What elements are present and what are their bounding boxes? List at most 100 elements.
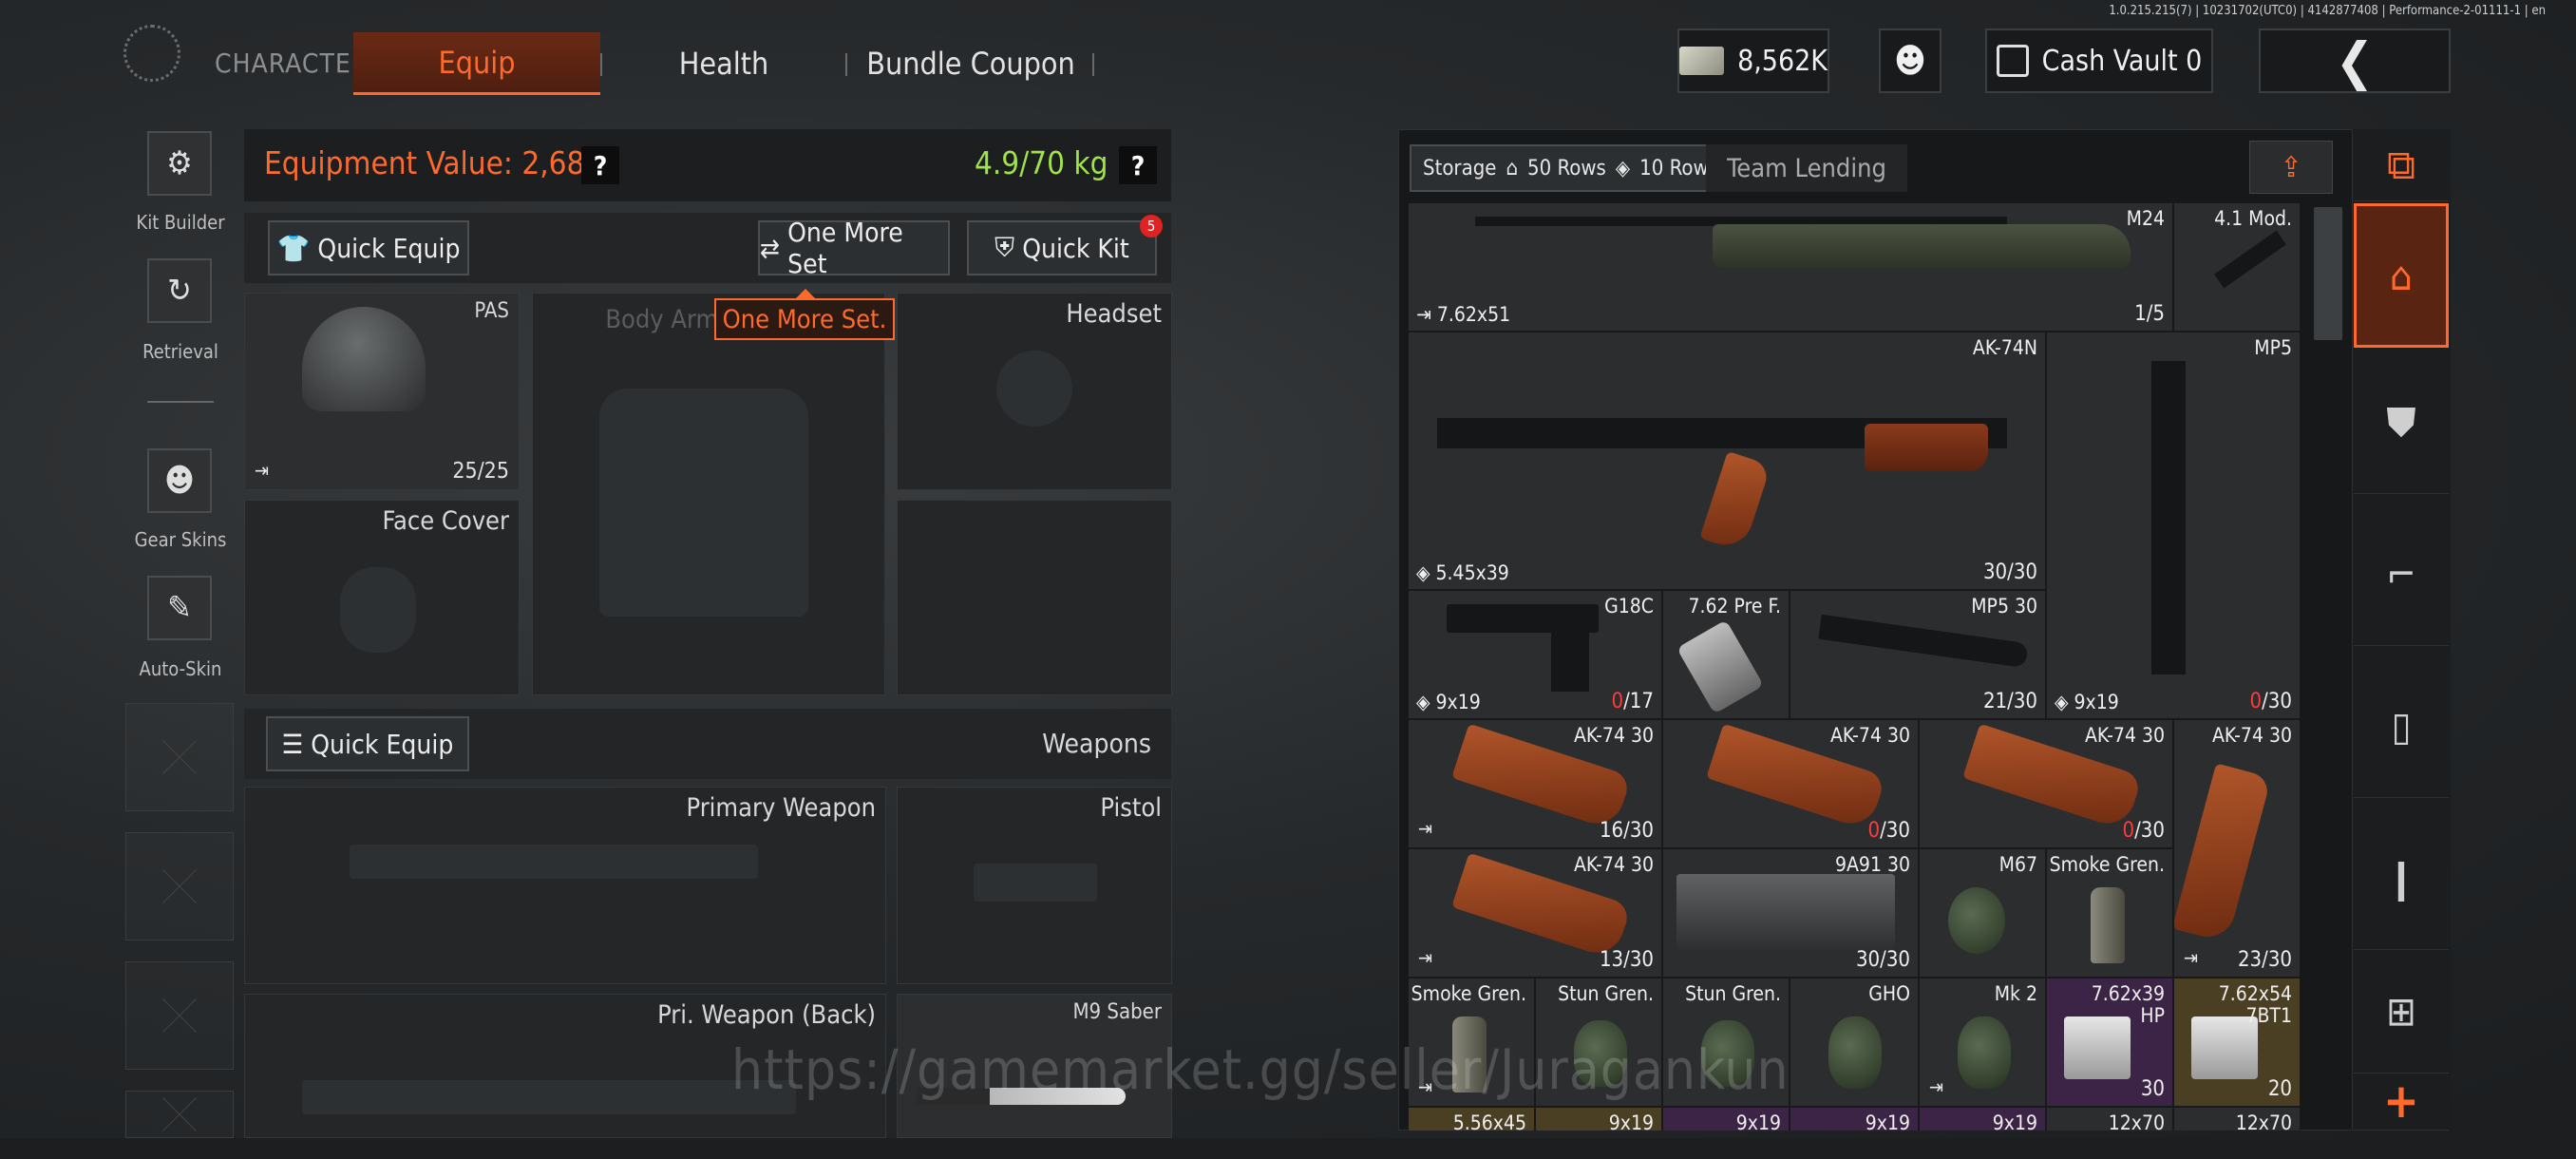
- inventory-toggle-button[interactable]: ⧉: [2354, 129, 2449, 201]
- kit-builder-icon: ⚙: [166, 144, 193, 182]
- team-lending-tab[interactable]: Team Lending: [1706, 144, 1907, 192]
- category-attachments[interactable]: ⊞: [2354, 950, 2449, 1074]
- body-armor-slot[interactable]: Body Armor: [532, 293, 885, 695]
- equipment-value-help-button[interactable]: ?: [581, 146, 619, 184]
- pistol-label: Pistol: [1100, 793, 1162, 823]
- unequip-icon[interactable]: ⇥: [255, 459, 269, 482]
- cash-balance[interactable]: 8,562K: [1677, 28, 1829, 93]
- item-g18c[interactable]: G18C ◈ 9x19 0/17: [1408, 590, 1662, 719]
- add-category-button[interactable]: +: [2354, 1072, 2449, 1130]
- item-ammo-7-62x54-7bt1[interactable]: 7.62x54 7BT1 20: [2173, 978, 2301, 1107]
- smoke-grenade-icon: [2091, 887, 2125, 963]
- headset-slot[interactable]: Headset: [897, 293, 1172, 490]
- attachment-icon: ⊞: [2386, 988, 2416, 1035]
- storage-tab[interactable]: Storage ⌂ 50 Rows ◈ 10 Rows: [1410, 144, 1732, 192]
- auto-skin-button[interactable]: ✎: [147, 576, 212, 640]
- profile-button[interactable]: ☻: [1879, 28, 1941, 93]
- bottom-bar: [0, 1138, 2576, 1159]
- item-smoke-grenade[interactable]: Smoke Gren.: [2046, 848, 2173, 978]
- item-ak-74n[interactable]: AK-74N ◈ 5.45x39 30/30: [1408, 332, 2046, 590]
- cash-vault-button[interactable]: Cash Vault 0: [1985, 28, 2213, 93]
- cash-icon: [1679, 47, 1725, 75]
- item-7-62-pre-f[interactable]: 7.62 Pre F.: [1662, 590, 1790, 719]
- item-name: Mk 2: [1994, 982, 2037, 1005]
- item-ak-74-30[interactable]: AK-74 30 ⇥ 23/30: [2173, 719, 2301, 978]
- empty-kit-slot[interactable]: [125, 1091, 234, 1138]
- item-count: 13/30: [1599, 948, 1654, 972]
- item-ammo[interactable]: 9x19: [1919, 1107, 2046, 1130]
- storage-scrollbar[interactable]: [2314, 207, 2342, 340]
- rifle-stock-icon: [1865, 424, 1988, 471]
- item-name: Stun Gren.: [1558, 982, 1654, 1005]
- headset-label: Headset: [1066, 299, 1162, 329]
- muzzle-brake-icon: [1676, 619, 1764, 714]
- weapons-quick-equip-button[interactable]: ☰ Quick Equip: [266, 716, 469, 771]
- item-ammo[interactable]: 9x19: [1535, 1107, 1662, 1130]
- item-ak-74-30[interactable]: AK-74 30 ⇥ 13/30: [1408, 848, 1662, 978]
- item-name: MP5: [2254, 336, 2292, 359]
- gear-skins-label: Gear Skins: [134, 528, 227, 551]
- home-icon: ⌂: [2390, 252, 2413, 299]
- item-count: 20: [2267, 1077, 2292, 1101]
- category-all[interactable]: ⌂: [2354, 203, 2449, 348]
- empty-kit-slot[interactable]: [125, 832, 234, 940]
- one-more-set-button[interactable]: ⇄ One More Set: [758, 217, 950, 279]
- kit-builder-button[interactable]: ⚙: [147, 131, 212, 196]
- item-ak-74-30[interactable]: AK-74 30 0/30: [1662, 719, 1919, 848]
- item-mk-2[interactable]: Mk 2 ⇥: [1919, 978, 2046, 1107]
- tab-equip[interactable]: Equip: [353, 32, 600, 95]
- item-name: 12x70: [2235, 1112, 2292, 1130]
- quick-kit-button[interactable]: ⛨ Quick Kit: [967, 220, 1157, 276]
- back-arrow-icon: ❮: [2335, 30, 2375, 91]
- unequip-icon: ⇥: [1418, 817, 1433, 840]
- helmet-slot[interactable]: PAS ⇥ 25/25: [244, 293, 520, 490]
- cash-vault-label: Cash Vault 0: [2041, 44, 2203, 78]
- item-ammo[interactable]: 9x19: [1790, 1107, 1919, 1130]
- primary-weapon-slot[interactable]: Primary Weapon: [244, 787, 886, 984]
- item-4-1-mod[interactable]: 4.1 Mod.: [2173, 202, 2301, 332]
- sort-storage-button[interactable]: ⇪: [2249, 141, 2333, 194]
- item-ammo[interactable]: 5.56x45: [1408, 1107, 1535, 1130]
- item-ak-74-30[interactable]: AK-74 30 ⇥ 16/30: [1408, 719, 1662, 848]
- gear-skins-button[interactable]: ☻: [147, 448, 212, 513]
- smg-icon: [2151, 361, 2186, 674]
- item-count: 16/30: [1599, 819, 1654, 843]
- item-name: 9x19: [1992, 1112, 2037, 1130]
- item-mp5-30[interactable]: MP5 30 21/30: [1790, 590, 2046, 719]
- item-ammo[interactable]: 12x70: [2046, 1107, 2173, 1130]
- item-name: Smoke Gren.: [2049, 853, 2165, 876]
- tab-health[interactable]: Health: [627, 32, 821, 95]
- weight-help-button[interactable]: ?: [1119, 146, 1157, 184]
- category-magazines[interactable]: ▯: [2354, 656, 2449, 798]
- pistol-slot[interactable]: Pistol: [897, 787, 1172, 984]
- face-cover-slot[interactable]: Face Cover: [244, 500, 520, 695]
- empty-gear-slot[interactable]: [897, 500, 1172, 695]
- magazine-icon: [2174, 763, 2272, 943]
- item-ak-74-30[interactable]: AK-74 30 0/30: [1919, 719, 2173, 848]
- item-mp5[interactable]: MP5 ◈ 9x19 0/30: [2046, 332, 2301, 719]
- shield-icon: ⛨: [994, 232, 1015, 263]
- item-9a91-30[interactable]: 9A91 30 30/30: [1662, 848, 1919, 978]
- item-ammo-7-62x39-hp[interactable]: 7.62x39 HP 30: [2046, 978, 2173, 1107]
- category-weapons[interactable]: ⌐: [2354, 504, 2449, 646]
- back-button[interactable]: ❮: [2259, 28, 2451, 93]
- item-m24[interactable]: M24 ⇥ 7.62x51 1/5: [1408, 202, 2173, 332]
- empty-kit-slot[interactable]: [125, 961, 234, 1070]
- magazine-icon: [1699, 450, 1771, 553]
- category-armor[interactable]: ⛊: [2354, 352, 2449, 494]
- quick-equip-button[interactable]: 👕 Quick Equip: [268, 220, 469, 276]
- category-ammo[interactable]: ❙: [2354, 808, 2449, 950]
- equipment-value: Equipment Value: 2,682: [264, 144, 603, 181]
- item-m67[interactable]: M67: [1919, 848, 2046, 978]
- rail-mount-icon: [2214, 230, 2286, 289]
- empty-kit-slot[interactable]: [125, 703, 234, 811]
- item-ammo[interactable]: 9x19: [1662, 1107, 1790, 1130]
- item-name: M24: [2126, 207, 2165, 230]
- armor-icon: ⛊: [2386, 398, 2416, 446]
- item-name: 9x19: [1735, 1112, 1781, 1130]
- item-name: 9A91 30: [1834, 853, 1910, 876]
- tab-bundle-coupon[interactable]: Bundle Coupon: [864, 32, 1077, 95]
- item-gho[interactable]: GHO: [1790, 978, 1919, 1107]
- item-ammo[interactable]: 12x70: [2173, 1107, 2301, 1130]
- retrieval-button[interactable]: ↻: [147, 258, 212, 323]
